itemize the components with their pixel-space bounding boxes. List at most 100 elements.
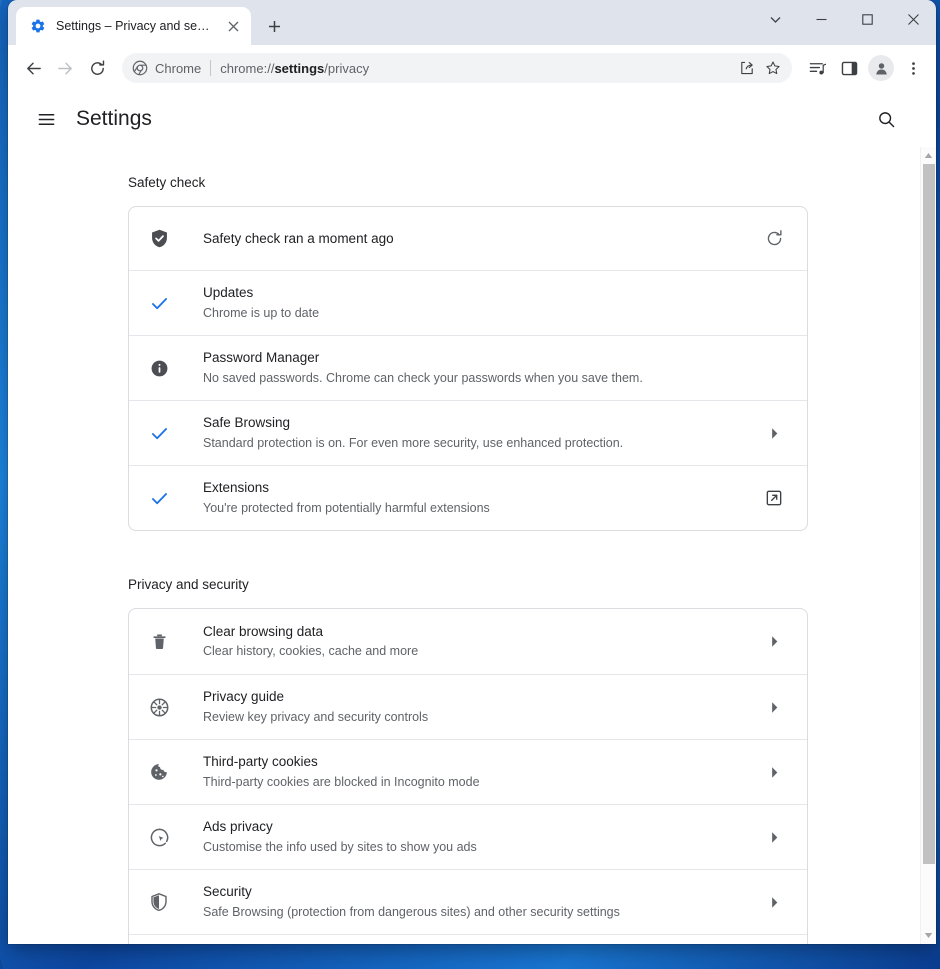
settings-header: Settings bbox=[8, 91, 936, 147]
chrome-origin-chip[interactable]: Chrome bbox=[132, 60, 201, 76]
row-text: Safe Browsing Standard protection is on.… bbox=[203, 413, 761, 452]
refresh-icon bbox=[767, 230, 782, 246]
row-password-manager: Password Manager No saved passwords. Chr… bbox=[129, 335, 807, 400]
row-text: Privacy guide Review key privacy and sec… bbox=[203, 687, 761, 726]
share-icon[interactable] bbox=[734, 55, 760, 81]
chevron-right-icon[interactable] bbox=[761, 629, 787, 655]
reading-list-button[interactable] bbox=[802, 53, 832, 83]
search-settings-button[interactable] bbox=[868, 101, 904, 137]
url-suffix: /privacy bbox=[324, 60, 370, 76]
maximize-button[interactable] bbox=[844, 0, 890, 38]
row-title: Safe Browsing bbox=[203, 415, 291, 431]
row-title: Safety check ran a moment ago bbox=[203, 230, 394, 246]
row-third-party-cookies[interactable]: Third-party cookies Third-party cookies … bbox=[129, 739, 807, 804]
scrollbar-track[interactable] bbox=[921, 164, 937, 944]
tab-search-chevron-icon[interactable] bbox=[752, 0, 798, 38]
ads-privacy-icon bbox=[147, 827, 171, 848]
row-security[interactable]: Security Safe Browsing (protection from … bbox=[129, 869, 807, 934]
hamburger-icon bbox=[38, 113, 54, 125]
row-text: Third-party cookies Third-party cookies … bbox=[203, 752, 761, 791]
tab-close-icon[interactable] bbox=[224, 17, 242, 35]
row-title: Third-party cookies bbox=[203, 754, 318, 770]
row-text: Extensions You're protected from potenti… bbox=[203, 478, 761, 517]
cookie-icon bbox=[147, 762, 171, 782]
browser-tab-settings[interactable]: Settings – Privacy and security bbox=[16, 7, 251, 45]
section-heading-privacy-and-security: Privacy and security bbox=[128, 577, 249, 592]
reading-list-icon bbox=[809, 62, 826, 74]
row-subtitle: Chrome is up to date bbox=[203, 305, 320, 320]
scroll-down-arrow-icon[interactable] bbox=[921, 927, 937, 944]
profile-avatar[interactable] bbox=[868, 55, 894, 81]
row-title: Updates bbox=[203, 285, 254, 301]
settings-inner-column: Safety check Safety check ran a moment a… bbox=[128, 147, 808, 944]
back-arrow-icon bbox=[26, 62, 41, 74]
row-clear-browsing-data[interactable]: Clear browsing data Clear history, cooki… bbox=[129, 609, 807, 674]
row-ads-privacy[interactable]: Ads privacy Customise the info used by s… bbox=[129, 804, 807, 869]
row-subtitle: Customise the info used by sites to show… bbox=[203, 839, 477, 854]
settings-page: Settings Safety check Safety check ran a… bbox=[8, 91, 936, 944]
row-text: Security Safe Browsing (protection from … bbox=[203, 882, 761, 921]
scrollbar-thumb[interactable] bbox=[922, 164, 935, 864]
gear-icon bbox=[31, 19, 45, 33]
origin-chip-label: Chrome bbox=[155, 60, 202, 76]
browser-toolbar: Chrome chrome://settings/privacy bbox=[8, 45, 936, 91]
omnibox-url[interactable]: chrome://settings/privacy bbox=[220, 61, 734, 76]
trash-icon bbox=[147, 632, 171, 651]
row-safe-browsing[interactable]: Safe Browsing Standard protection is on.… bbox=[129, 400, 807, 465]
address-bar[interactable]: Chrome chrome://settings/privacy bbox=[122, 53, 792, 83]
row-subtitle: Standard protection is on. For even more… bbox=[203, 435, 624, 450]
back-button[interactable] bbox=[18, 53, 48, 83]
row-extensions[interactable]: Extensions You're protected from potenti… bbox=[129, 465, 807, 530]
omnibox-divider bbox=[210, 60, 212, 76]
url-bold-part: settings bbox=[274, 60, 325, 76]
privacy-and-security-card: Clear browsing data Clear history, cooki… bbox=[128, 608, 808, 944]
row-title: Ads privacy bbox=[203, 819, 273, 835]
url-prefix: chrome:// bbox=[220, 60, 275, 76]
row-action-empty bbox=[761, 290, 787, 316]
info-filled-icon bbox=[147, 359, 171, 378]
chevron-right-icon[interactable] bbox=[761, 420, 787, 446]
blue-check-icon bbox=[147, 293, 171, 314]
section-heading-safety-check: Safety check bbox=[128, 175, 206, 190]
refresh-safety-check-button[interactable] bbox=[761, 226, 787, 252]
shield-outline-icon bbox=[147, 892, 171, 912]
row-title: Security bbox=[203, 884, 252, 900]
person-icon bbox=[875, 62, 887, 74]
chevron-right-icon[interactable] bbox=[761, 759, 787, 785]
scroll-up-arrow-icon[interactable] bbox=[921, 147, 937, 164]
chevron-right-icon[interactable] bbox=[761, 694, 787, 720]
side-panel-icon bbox=[841, 61, 857, 75]
window-controls bbox=[752, 0, 936, 38]
row-title: Extensions bbox=[203, 480, 270, 496]
chrome-menu-button[interactable] bbox=[898, 53, 928, 83]
blue-check-icon bbox=[147, 488, 171, 509]
row-privacy-guide[interactable]: Privacy guide Review key privacy and sec… bbox=[129, 674, 807, 739]
shield-check-filled-icon bbox=[147, 228, 171, 249]
new-tab-button[interactable] bbox=[259, 11, 289, 41]
forward-arrow-icon bbox=[57, 62, 72, 74]
hamburger-menu-button[interactable] bbox=[28, 101, 64, 137]
row-site-settings[interactable]: Site settings bbox=[129, 934, 807, 944]
row-text: Ads privacy Customise the info used by s… bbox=[203, 817, 761, 856]
row-text: Updates Chrome is up to date bbox=[203, 283, 761, 322]
row-text: Clear browsing data Clear history, cooki… bbox=[203, 622, 761, 661]
reload-button[interactable] bbox=[82, 53, 112, 83]
chevron-right-icon[interactable] bbox=[761, 824, 787, 850]
row-updates: Updates Chrome is up to date bbox=[129, 270, 807, 335]
safety-check-card: Safety check ran a moment ago Updates Ch… bbox=[128, 206, 808, 531]
reload-arrow-icon bbox=[90, 59, 104, 75]
row-text: Safety check ran a moment ago bbox=[203, 229, 761, 249]
page-scrollbar[interactable] bbox=[920, 147, 936, 944]
external-link-icon[interactable] bbox=[761, 485, 787, 511]
minimize-button[interactable] bbox=[798, 0, 844, 38]
side-panel-button[interactable] bbox=[834, 53, 864, 83]
row-subtitle: No saved passwords. Chrome can check you… bbox=[203, 370, 643, 385]
bookmark-star-icon[interactable] bbox=[760, 55, 786, 81]
forward-button bbox=[50, 53, 80, 83]
row-subtitle: You're protected from potentially harmfu… bbox=[203, 500, 490, 515]
row-subtitle: Review key privacy and security controls bbox=[203, 709, 429, 724]
settings-scroll-region: Safety check Safety check ran a moment a… bbox=[8, 147, 920, 944]
three-dot-menu-icon bbox=[911, 61, 915, 75]
chevron-right-icon[interactable] bbox=[761, 889, 787, 915]
close-button[interactable] bbox=[890, 0, 936, 38]
